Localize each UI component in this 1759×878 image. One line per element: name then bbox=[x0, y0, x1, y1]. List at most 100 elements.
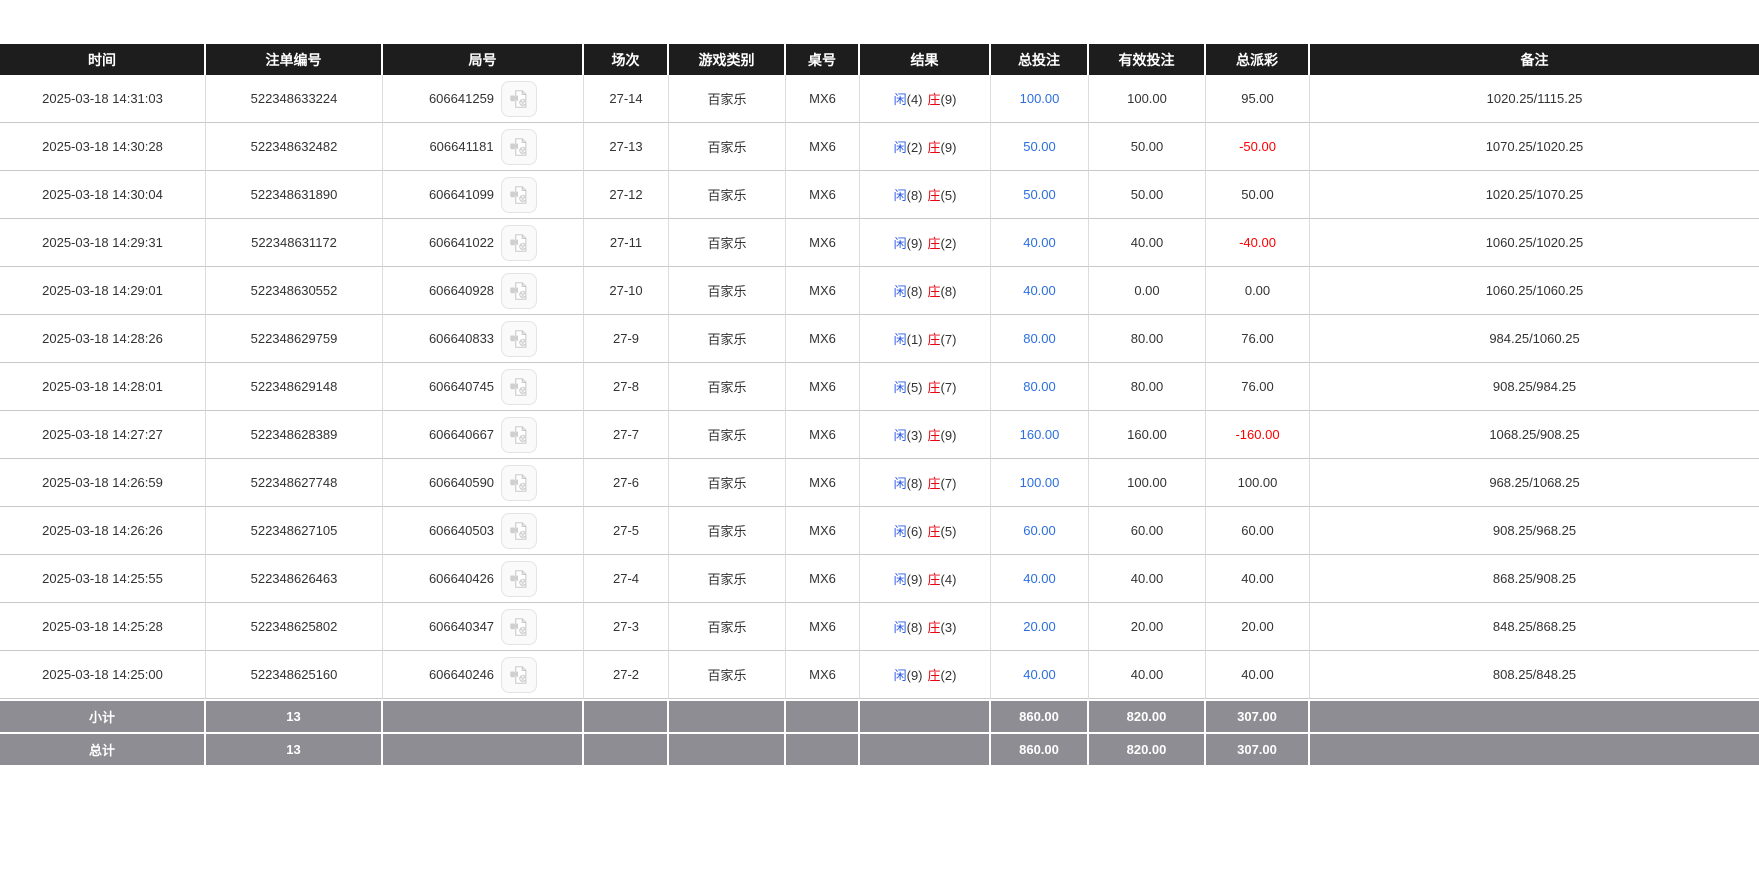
result-player-label: 闲 bbox=[894, 284, 907, 299]
video-replay-button[interactable] bbox=[501, 513, 537, 549]
cell-session: 27-10 bbox=[584, 267, 669, 315]
result-banker-score: (4) bbox=[941, 572, 957, 587]
total-bet-link[interactable]: 100.00 bbox=[1020, 91, 1060, 106]
table-row: 2025-03-18 14:29:01 522348630552 6066409… bbox=[0, 267, 1759, 315]
video-replay-icon bbox=[508, 136, 530, 158]
table-row: 2025-03-18 14:25:28 522348625802 6066403… bbox=[0, 603, 1759, 651]
cell-payout: 100.00 bbox=[1206, 459, 1310, 507]
video-replay-icon bbox=[508, 472, 530, 494]
total-bet-link[interactable]: 100.00 bbox=[1020, 475, 1060, 490]
cell-result: 闲(5)庄(7) bbox=[860, 363, 991, 411]
cell-payout: 50.00 bbox=[1206, 171, 1310, 219]
total-bet-link[interactable]: 160.00 bbox=[1020, 427, 1060, 442]
result-player-score: (5) bbox=[907, 380, 923, 395]
cell-total-bet: 160.00 bbox=[991, 411, 1089, 459]
total-bet-link[interactable]: 40.00 bbox=[1023, 235, 1056, 250]
total-bet-link[interactable]: 50.00 bbox=[1023, 187, 1056, 202]
cell-time: 2025-03-18 14:28:01 bbox=[0, 363, 206, 411]
cell-payout: 60.00 bbox=[1206, 507, 1310, 555]
cell-bet-id: 522348627105 bbox=[206, 507, 383, 555]
cell-table-no: MX6 bbox=[786, 123, 860, 171]
video-replay-button[interactable] bbox=[501, 657, 537, 693]
video-replay-button[interactable] bbox=[501, 321, 537, 357]
cell-time: 2025-03-18 14:27:27 bbox=[0, 411, 206, 459]
cell-remark: 908.25/968.25 bbox=[1310, 507, 1759, 555]
cell-bet-id: 522348632482 bbox=[206, 123, 383, 171]
cell-table-no: MX6 bbox=[786, 603, 860, 651]
table-header-row: 时间 注单编号 局号 场次 游戏类别 桌号 结果 总投注 有效投注 总派彩 备注 bbox=[0, 44, 1759, 75]
cell-remark: 1068.25/908.25 bbox=[1310, 411, 1759, 459]
cell-result: 闲(2)庄(9) bbox=[860, 123, 991, 171]
cell-game-type: 百家乐 bbox=[669, 507, 786, 555]
cell-result: 闲(8)庄(5) bbox=[860, 171, 991, 219]
cell-remark: 968.25/1068.25 bbox=[1310, 459, 1759, 507]
cell-valid-bet: 100.00 bbox=[1089, 75, 1206, 123]
cell-table-no: MX6 bbox=[786, 507, 860, 555]
video-replay-button[interactable] bbox=[501, 129, 537, 165]
video-replay-button[interactable] bbox=[501, 225, 537, 261]
cell-bet-id: 522348627748 bbox=[206, 459, 383, 507]
result-banker-label: 庄 bbox=[928, 236, 941, 251]
cell-valid-bet: 40.00 bbox=[1089, 651, 1206, 699]
video-replay-button[interactable] bbox=[501, 273, 537, 309]
total-bet-link[interactable]: 40.00 bbox=[1023, 283, 1056, 298]
cell-valid-bet: 0.00 bbox=[1089, 267, 1206, 315]
cell-session: 27-14 bbox=[584, 75, 669, 123]
cell-result: 闲(4)庄(9) bbox=[860, 75, 991, 123]
summary-count: 13 bbox=[206, 699, 383, 732]
video-replay-icon bbox=[508, 376, 530, 398]
round-id-text: 606640590 bbox=[429, 475, 494, 490]
result-player-score: (8) bbox=[907, 476, 923, 491]
summary-total-bet: 860.00 bbox=[991, 732, 1089, 765]
total-bet-link[interactable]: 40.00 bbox=[1023, 667, 1056, 682]
video-replay-button[interactable] bbox=[501, 369, 537, 405]
video-replay-button[interactable] bbox=[501, 561, 537, 597]
result-banker-score: (7) bbox=[941, 476, 957, 491]
cell-round-id: 606640246 bbox=[383, 651, 584, 699]
cell-bet-id: 522348630552 bbox=[206, 267, 383, 315]
table-row: 2025-03-18 14:31:03 522348633224 6066412… bbox=[0, 75, 1759, 123]
total-bet-link[interactable]: 20.00 bbox=[1023, 619, 1056, 634]
result-player-score: (9) bbox=[907, 668, 923, 683]
total-bet-link[interactable]: 40.00 bbox=[1023, 571, 1056, 586]
round-id-text: 606641181 bbox=[429, 139, 493, 154]
cell-result: 闲(3)庄(9) bbox=[860, 411, 991, 459]
cell-time: 2025-03-18 14:26:26 bbox=[0, 507, 206, 555]
video-replay-button[interactable] bbox=[501, 177, 537, 213]
cell-session: 27-7 bbox=[584, 411, 669, 459]
total-bet-link[interactable]: 50.00 bbox=[1023, 139, 1056, 154]
result-player-label: 闲 bbox=[894, 188, 907, 203]
cell-session: 27-2 bbox=[584, 651, 669, 699]
video-replay-button[interactable] bbox=[501, 417, 537, 453]
cell-total-bet: 40.00 bbox=[991, 555, 1089, 603]
total-bet-link[interactable]: 80.00 bbox=[1023, 379, 1056, 394]
cell-total-bet: 100.00 bbox=[991, 75, 1089, 123]
cell-valid-bet: 50.00 bbox=[1089, 171, 1206, 219]
cell-round-id: 606640833 bbox=[383, 315, 584, 363]
video-replay-button[interactable] bbox=[501, 609, 537, 645]
cell-table-no: MX6 bbox=[786, 75, 860, 123]
result-player-label: 闲 bbox=[894, 92, 907, 107]
round-id-text: 606641022 bbox=[429, 235, 494, 250]
col-header-valid-bet: 有效投注 bbox=[1089, 44, 1206, 75]
cell-round-id: 606641099 bbox=[383, 171, 584, 219]
cell-session: 27-9 bbox=[584, 315, 669, 363]
cell-total-bet: 60.00 bbox=[991, 507, 1089, 555]
result-player-score: (4) bbox=[907, 92, 923, 107]
result-player-label: 闲 bbox=[894, 428, 907, 443]
col-header-table-no: 桌号 bbox=[786, 44, 860, 75]
total-bet-link[interactable]: 80.00 bbox=[1023, 331, 1056, 346]
result-banker-label: 庄 bbox=[928, 668, 941, 683]
result-banker-label: 庄 bbox=[928, 380, 941, 395]
result-player-label: 闲 bbox=[894, 332, 907, 347]
video-replay-button[interactable] bbox=[501, 465, 537, 501]
summary-empty-game-type bbox=[669, 732, 786, 765]
total-bet-link[interactable]: 60.00 bbox=[1023, 523, 1056, 538]
cell-result: 闲(9)庄(2) bbox=[860, 651, 991, 699]
result-banker-score: (9) bbox=[941, 428, 957, 443]
result-player-label: 闲 bbox=[894, 380, 907, 395]
cell-bet-id: 522348628389 bbox=[206, 411, 383, 459]
video-replay-button[interactable] bbox=[501, 81, 537, 117]
summary-total-bet: 860.00 bbox=[991, 699, 1089, 732]
result-player-label: 闲 bbox=[894, 236, 907, 251]
